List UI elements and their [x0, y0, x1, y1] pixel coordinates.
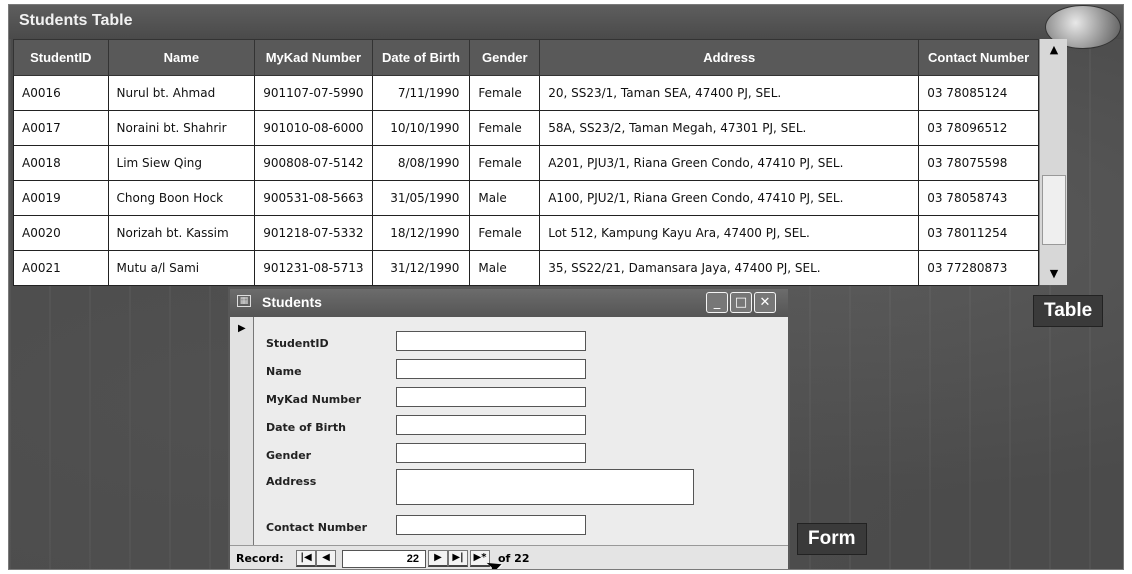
maximize-button[interactable]: □	[730, 292, 752, 313]
cell-address[interactable]: A100, PJU2/1, Riana Green Condo, 47410 P…	[539, 180, 920, 216]
cell-name[interactable]: Norizah bt. Kassim	[107, 215, 256, 251]
table-row[interactable]: A0020 Norizah bt. Kassim 901218-07-5332 …	[13, 215, 1039, 251]
studentid-field[interactable]	[396, 331, 586, 351]
cell-address[interactable]: 20, SS23/1, Taman SEA, 47400 PJ, SEL.	[539, 75, 920, 111]
label-mykad: MyKad Number	[266, 393, 362, 406]
cell-name[interactable]: Chong Boon Hock	[107, 180, 256, 216]
col-header-contact[interactable]: Contact Number	[918, 39, 1039, 76]
cell-dob[interactable]: 31/12/1990	[371, 250, 471, 286]
last-record-button[interactable]: ▶|	[448, 550, 468, 567]
cell-gender[interactable]: Male	[469, 180, 541, 216]
record-label: Record:	[236, 552, 284, 565]
cell-mykad[interactable]: 901231-08-5713	[254, 250, 373, 286]
cell-studentid[interactable]: A0021	[13, 250, 109, 286]
cell-dob[interactable]: 10/10/1990	[371, 110, 471, 146]
cell-contact[interactable]: 03 78075598	[918, 145, 1039, 181]
dob-field[interactable]	[396, 415, 586, 435]
cell-contact[interactable]: 03 78011254	[918, 215, 1039, 251]
form-title: Students	[262, 294, 322, 310]
scroll-up-arrow-icon[interactable]: ▲	[1040, 39, 1068, 61]
minimize-button[interactable]: _	[706, 292, 728, 313]
cell-dob[interactable]: 7/11/1990	[371, 75, 471, 111]
cell-name[interactable]: Nurul bt. Ahmad	[107, 75, 256, 111]
scroll-down-arrow-icon[interactable]: ▼	[1040, 263, 1068, 285]
col-header-dob[interactable]: Date of Birth	[371, 39, 471, 76]
table-row[interactable]: A0017 Noraini bt. Shahrir 901010-08-6000…	[13, 110, 1039, 146]
cell-studentid[interactable]: A0020	[13, 215, 109, 251]
vertical-scrollbar[interactable]: ▲ ▼	[1039, 39, 1067, 285]
cell-mykad[interactable]: 901010-08-6000	[254, 110, 373, 146]
cell-contact[interactable]: 03 78096512	[918, 110, 1039, 146]
cell-mykad[interactable]: 900531-08-5663	[254, 180, 373, 216]
table-callout-label: Table	[1033, 295, 1104, 327]
form-title-bar[interactable]: ▦ Students _ □ ✕	[230, 289, 788, 317]
col-header-gender[interactable]: Gender	[469, 39, 541, 76]
label-contact: Contact Number	[266, 521, 368, 534]
cell-name[interactable]: Lim Siew Qing	[107, 145, 256, 181]
form-icon: ▦	[237, 295, 251, 307]
table-row[interactable]: A0019 Chong Boon Hock 900531-08-5663 31/…	[13, 180, 1039, 216]
cell-contact[interactable]: 03 78085124	[918, 75, 1039, 111]
current-record-input[interactable]	[342, 550, 426, 568]
cell-mykad[interactable]: 901218-07-5332	[254, 215, 373, 251]
col-header-studentid[interactable]: StudentID	[13, 39, 109, 76]
table-row[interactable]: A0018 Lim Siew Qing 900808-07-5142 8/08/…	[13, 145, 1039, 181]
col-header-name[interactable]: Name	[107, 39, 256, 76]
mykad-field[interactable]	[396, 387, 586, 407]
next-record-button[interactable]: ▶	[428, 550, 448, 567]
name-field[interactable]	[396, 359, 586, 379]
cell-mykad[interactable]: 900808-07-5142	[254, 145, 373, 181]
label-address: Address	[266, 475, 317, 488]
cell-gender[interactable]: Female	[469, 145, 541, 181]
contact-field[interactable]	[396, 515, 586, 535]
first-record-button[interactable]: |◀	[296, 550, 316, 567]
cell-studentid[interactable]: A0019	[13, 180, 109, 216]
cell-studentid[interactable]: A0018	[13, 145, 109, 181]
table-row[interactable]: A0016 Nurul bt. Ahmad 901107-07-5990 7/1…	[13, 75, 1039, 111]
record-selector[interactable]: ▶	[230, 317, 254, 545]
form-callout-label: Form	[797, 523, 867, 555]
cell-dob[interactable]: 18/12/1990	[371, 215, 471, 251]
col-header-mykad[interactable]: MyKad Number	[254, 39, 373, 76]
record-navigation-bar: Record: |◀ ◀ ▶ ▶| ▶* of 22 ➤	[230, 545, 788, 569]
cell-studentid[interactable]: A0017	[13, 110, 109, 146]
record-pointer-icon: ▶	[238, 323, 246, 334]
cell-address[interactable]: A201, PJU3/1, Riana Green Condo, 47410 P…	[539, 145, 920, 181]
previous-record-button[interactable]: ◀	[316, 550, 336, 567]
cell-name[interactable]: Mutu a/l Sami	[107, 250, 256, 286]
cell-gender[interactable]: Male	[469, 250, 541, 286]
cell-gender[interactable]: Female	[469, 215, 541, 251]
table-row[interactable]: A0021 Mutu a/l Sami 901231-08-5713 31/12…	[13, 250, 1039, 286]
students-table: StudentID Name MyKad Number Date of Birt…	[13, 39, 1039, 286]
cell-address[interactable]: Lot 512, Kampung Kayu Ara, 47400 PJ, SEL…	[539, 215, 920, 251]
label-gender: Gender	[266, 449, 312, 462]
address-field[interactable]	[396, 469, 694, 505]
gender-field[interactable]	[396, 443, 586, 463]
label-studentid: StudentID	[266, 337, 329, 350]
table-header-row: StudentID Name MyKad Number Date of Birt…	[13, 39, 1039, 76]
title-bar: Students Table	[9, 5, 1123, 49]
cell-address[interactable]: 35, SS22/21, Damansara Jaya, 47400 PJ, S…	[539, 250, 920, 286]
cell-mykad[interactable]: 901107-07-5990	[254, 75, 373, 111]
cell-dob[interactable]: 31/05/1990	[371, 180, 471, 216]
close-button[interactable]: ✕	[754, 292, 776, 313]
col-header-address[interactable]: Address	[539, 39, 920, 76]
cell-contact[interactable]: 03 77280873	[918, 250, 1039, 286]
app-window: Students Table StudentID Name MyKad Numb…	[8, 4, 1124, 570]
students-form-window: ▦ Students _ □ ✕ ▶ StudentID Name MyKad …	[228, 287, 790, 569]
label-dob: Date of Birth	[266, 421, 346, 434]
cell-address[interactable]: 58A, SS23/2, Taman Megah, 47301 PJ, SEL.	[539, 110, 920, 146]
cell-gender[interactable]: Female	[469, 110, 541, 146]
scroll-thumb[interactable]	[1042, 175, 1066, 245]
cell-dob[interactable]: 8/08/1990	[371, 145, 471, 181]
window-title: Students Table	[19, 12, 133, 29]
cell-contact[interactable]: 03 78058743	[918, 180, 1039, 216]
label-name: Name	[266, 365, 302, 378]
cell-studentid[interactable]: A0016	[13, 75, 109, 111]
cell-gender[interactable]: Female	[469, 75, 541, 111]
cell-name[interactable]: Noraini bt. Shahrir	[107, 110, 256, 146]
